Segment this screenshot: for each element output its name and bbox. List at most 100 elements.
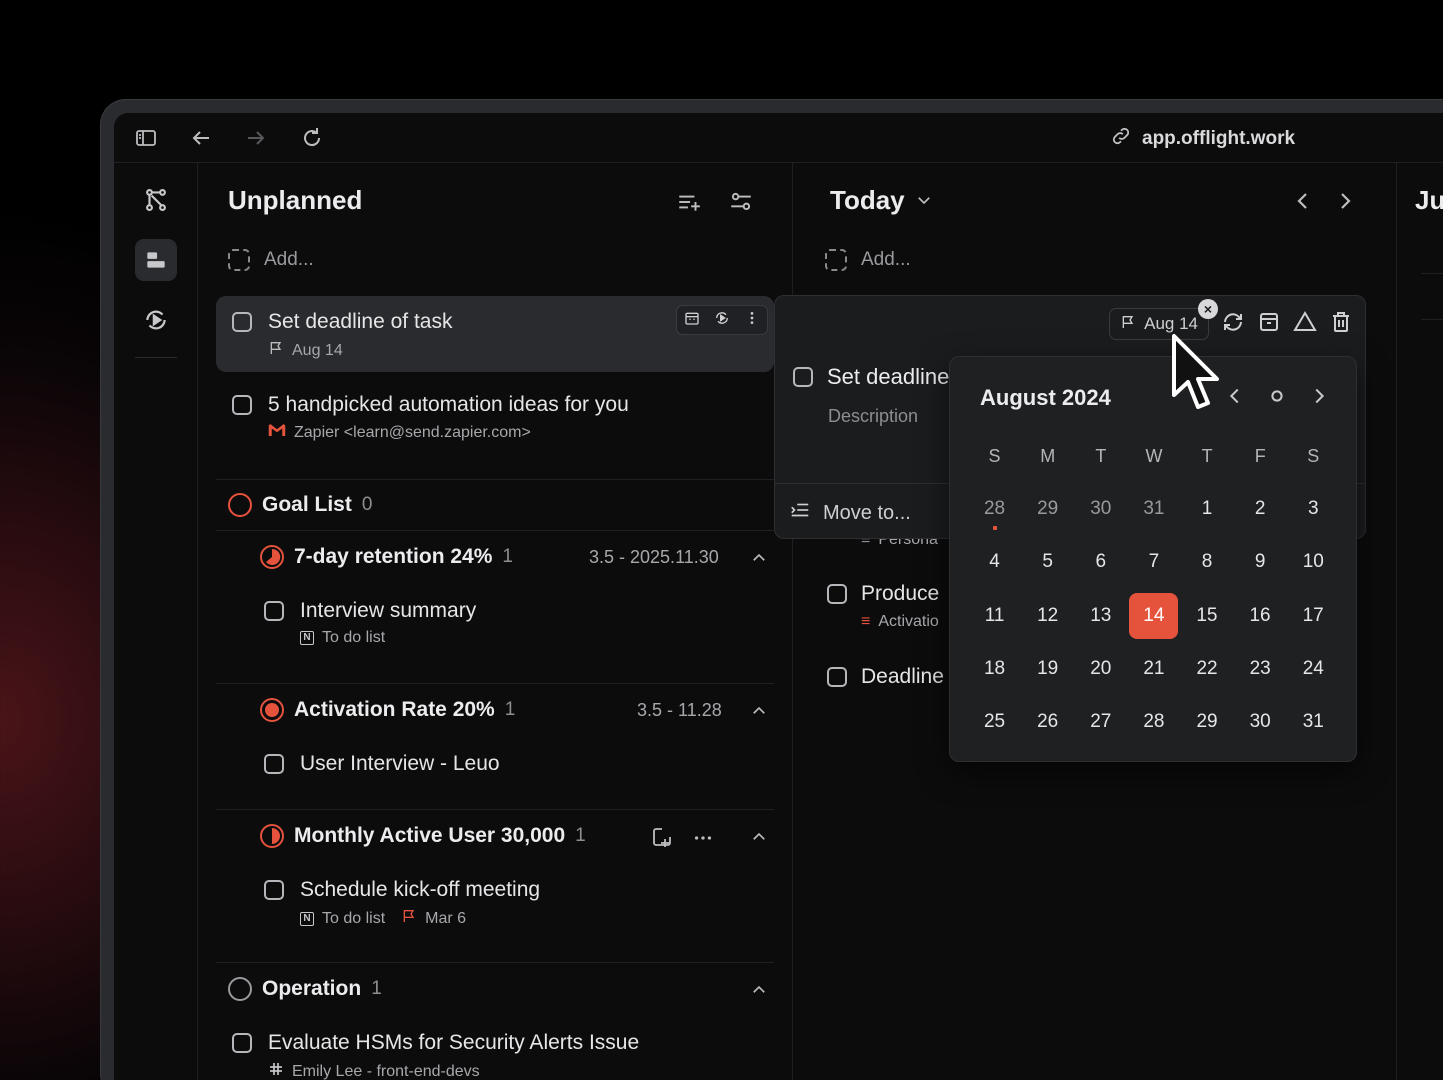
detail-toolbar: Aug 14 × [1109,299,1353,340]
focus-nav-icon[interactable] [135,299,177,341]
task-source: To do list [322,909,386,927]
detail-task-row[interactable]: Set deadline [793,364,949,390]
task-checkbox[interactable] [232,395,252,415]
calendar-day[interactable]: 19 [1021,646,1074,692]
task-item[interactable]: User Interview - Leuo [264,752,500,776]
sidebar-toggle-icon[interactable] [134,126,158,150]
calendar-day[interactable]: 17 [1287,593,1340,639]
calendar-day[interactable]: 11 [968,593,1021,639]
calendar-day[interactable]: 22 [1181,646,1234,692]
task-checkbox[interactable] [793,367,813,387]
calendar-day[interactable]: 30 [1234,699,1287,745]
calendar-day[interactable]: 9 [1234,539,1287,585]
task-item[interactable]: 5 handpicked automation ideas for you Za… [232,393,629,442]
task-checkbox[interactable] [264,754,284,774]
back-arrow-icon[interactable] [189,126,213,150]
task-item[interactable]: Deadline [827,665,944,689]
address-bar[interactable]: app.offlight.work [1110,127,1295,151]
calendar-day[interactable]: 20 [1074,646,1127,692]
add-task-input[interactable]: Add... [861,249,911,271]
calendar-day[interactable]: 6 [1074,539,1127,585]
calendar-day[interactable]: 16 [1234,593,1287,639]
goals-nav-icon[interactable] [135,179,177,221]
chevron-left-icon[interactable] [1291,189,1317,215]
calendar-day[interactable]: 28 [968,486,1021,532]
chevron-right-icon[interactable] [1308,385,1332,409]
calendar-day[interactable]: 15 [1180,593,1233,639]
archive-icon[interactable] [1257,310,1281,339]
move-to-button[interactable]: Move to... [789,499,911,527]
task-item[interactable]: Evaluate HSMs for Security Alerts Issue … [232,1031,639,1080]
calendar-day[interactable]: 27 [1074,699,1127,745]
calendar-day[interactable]: 30 [1074,486,1127,532]
goal-header[interactable]: 7-day retention 24% 1 [260,545,513,569]
goal-header[interactable]: Monthly Active User 30,000 1 [260,824,586,848]
calendar-icon[interactable] [684,310,700,331]
calendar-day[interactable]: 7 [1127,539,1180,585]
chevron-up-icon[interactable] [750,549,768,567]
goal-header[interactable]: Operation 1 [228,977,382,1001]
add-task-row[interactable]: Add... [825,249,911,271]
task-item[interactable]: Set deadline of task Aug 14 [232,310,452,361]
calendar-day[interactable]: 25 [968,699,1021,745]
add-task-icon[interactable] [650,825,676,851]
forward-arrow-icon[interactable] [244,126,268,150]
add-list-icon[interactable] [676,189,702,215]
chevron-right-icon[interactable] [1333,189,1359,215]
task-meta: N To do list [300,629,476,647]
more-horizontal-icon[interactable] [692,827,716,851]
detail-task-title[interactable]: Set deadline [827,364,949,390]
calendar-day[interactable]: 29 [1181,699,1234,745]
description-input[interactable]: Description [828,406,918,427]
task-item[interactable]: Produce [827,582,939,606]
task-checkbox[interactable] [264,601,284,621]
weekday-label: W [1145,445,1163,466]
more-vertical-icon[interactable] [744,310,760,331]
reload-icon[interactable] [300,126,324,150]
goal-header[interactable]: Activation Rate 20% 1 [260,698,515,722]
task-checkbox[interactable] [264,880,284,900]
focus-icon[interactable] [714,310,730,331]
today-header[interactable]: Today [830,185,933,216]
calendar-day[interactable]: 3 [1287,486,1340,532]
task-checkbox[interactable] [232,1033,252,1053]
calendar-day[interactable]: 18 [968,646,1021,692]
task-item[interactable]: Interview summary N To do list [264,599,476,647]
task-item[interactable]: Schedule kick-off meeting N To do list M… [264,878,540,929]
task-checkbox[interactable] [827,667,847,687]
calendar-day[interactable]: 13 [1074,593,1127,639]
filter-settings-icon[interactable] [728,189,754,215]
calendar-day[interactable]: 23 [1234,646,1287,692]
today-circle-icon[interactable] [1266,385,1290,409]
chevron-up-icon[interactable] [750,828,768,846]
calendar-day[interactable]: 21 [1127,646,1180,692]
task-checkbox[interactable] [827,584,847,604]
calendar-day[interactable]: 31 [1287,699,1340,745]
chevron-left-icon[interactable] [1224,385,1248,409]
chevron-up-icon[interactable] [750,702,768,720]
goal-list-header[interactable]: Goal List 0 [228,493,372,517]
calendar-day[interactable]: 4 [968,539,1021,585]
calendar-day[interactable]: 31 [1127,486,1180,532]
calendar-day[interactable]: 12 [1021,593,1074,639]
priority-icon[interactable] [1293,310,1317,339]
calendar-day[interactable]: 29 [1021,486,1074,532]
next-day-title: Ju [1415,185,1443,215]
calendar-day[interactable]: 14 [1129,592,1179,639]
add-task-input[interactable]: Add... [264,249,314,271]
calendar-day[interactable]: 24 [1287,646,1340,692]
clear-deadline-icon[interactable]: × [1198,299,1218,319]
planner-nav-icon[interactable] [135,239,177,281]
calendar-day[interactable]: 10 [1287,539,1340,585]
trash-icon[interactable] [1329,310,1353,339]
calendar-day[interactable]: 1 [1181,486,1234,532]
calendar-day[interactable]: 26 [1021,699,1074,745]
task-checkbox[interactable] [232,312,252,332]
chevron-up-icon[interactable] [750,981,768,999]
calendar-day[interactable]: 8 [1181,539,1234,585]
calendar-day[interactable]: 5 [1021,539,1074,585]
calendar-day[interactable]: 28 [1127,699,1180,745]
weekday-label: M [1040,445,1056,466]
calendar-day[interactable]: 2 [1234,486,1287,532]
add-task-row[interactable]: Add... [228,249,314,271]
